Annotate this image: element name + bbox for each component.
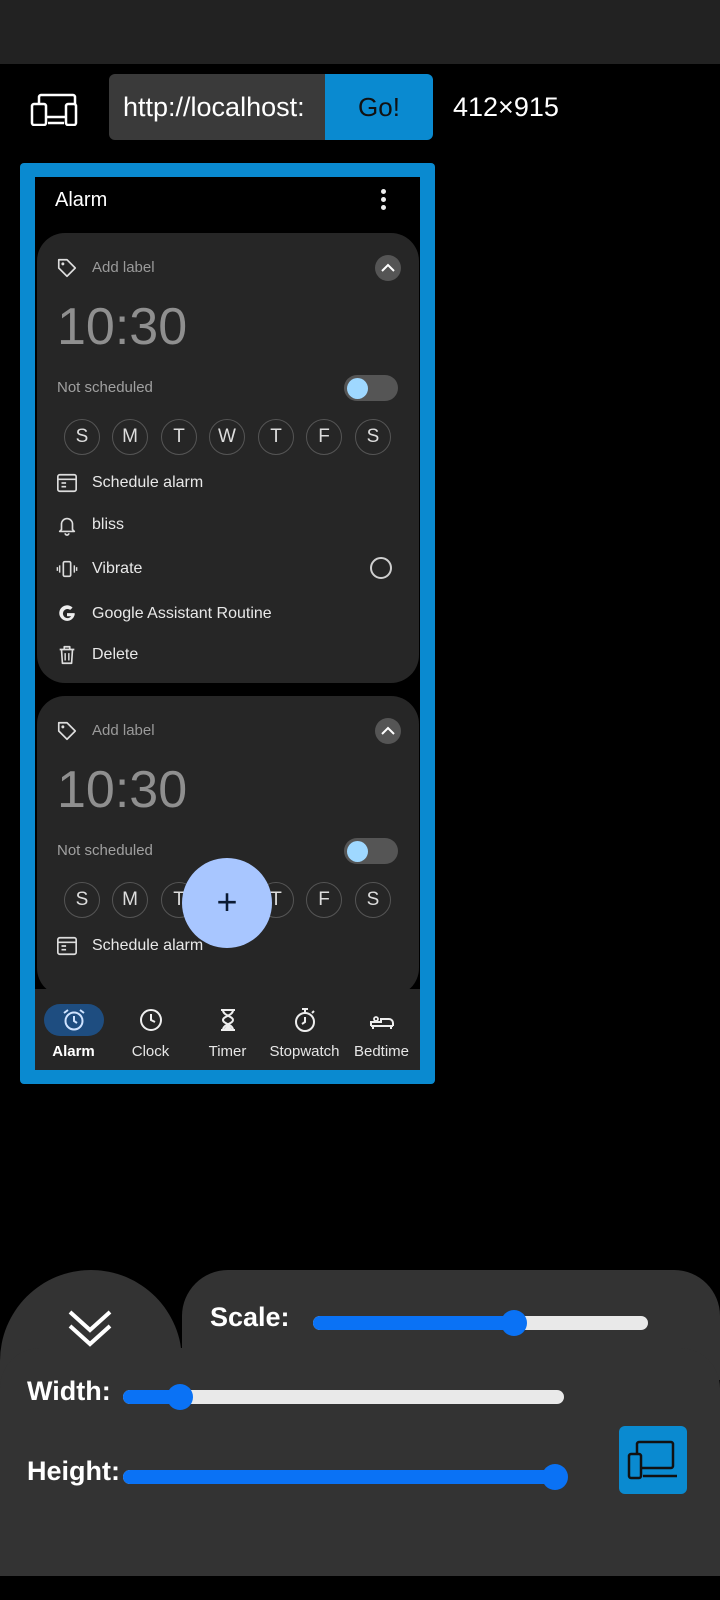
height-slider-fill — [123, 1470, 556, 1484]
alarm-toggle[interactable] — [344, 375, 398, 401]
alarm-card: Add label 10:30 Not scheduled S M T W T … — [37, 696, 419, 996]
nav-label: Timer — [208, 1043, 247, 1060]
assistant-routine-label: Google Assistant Routine — [92, 605, 272, 622]
nav-clock[interactable]: Clock — [112, 989, 189, 1070]
chevron-up-icon — [381, 263, 395, 272]
alarm-time[interactable]: 10:30 — [57, 297, 187, 357]
top-bar — [0, 0, 720, 64]
day-saturday[interactable]: S — [355, 419, 391, 455]
more-options-icon[interactable] — [373, 187, 393, 213]
vibrate-option[interactable]: Vibrate — [37, 555, 419, 585]
day-friday[interactable]: F — [306, 882, 342, 918]
nav-label: Alarm — [52, 1043, 95, 1060]
vibrate-label: Vibrate — [92, 560, 143, 577]
scale-slider-fill — [313, 1316, 514, 1330]
collapse-button[interactable] — [375, 718, 401, 744]
schedule-status: Not scheduled — [57, 842, 153, 859]
bed-icon — [369, 1016, 394, 1029]
day-thursday[interactable]: T — [258, 419, 294, 455]
ringtone-label: bliss — [92, 516, 125, 533]
schedule-alarm-label: Schedule alarm — [92, 474, 204, 491]
viewport-dimensions: 412×915 — [453, 92, 559, 122]
rotate-device-icon — [627, 1440, 677, 1480]
schedule-status: Not scheduled — [57, 379, 153, 396]
app-title: Alarm — [55, 189, 108, 211]
calendar-icon — [57, 936, 77, 956]
assistant-routine-option[interactable]: Google Assistant Routine — [37, 600, 419, 630]
label-tag-icon — [57, 258, 77, 278]
width-label: Width: — [27, 1376, 111, 1406]
double-chevron-down-icon — [68, 1310, 112, 1347]
nav-alarm[interactable]: Alarm — [35, 989, 112, 1070]
day-selector: S M T W T F S — [64, 419, 404, 455]
day-sunday[interactable]: S — [64, 882, 100, 918]
chevron-up-icon — [381, 726, 395, 735]
day-friday[interactable]: F — [306, 419, 342, 455]
vibrate-icon — [56, 560, 78, 578]
add-alarm-button[interactable]: + — [182, 858, 272, 948]
emulator-toolbar: http://localhost: Go! 412×915 — [0, 72, 720, 142]
nav-label: Clock — [131, 1043, 170, 1060]
day-monday[interactable]: M — [112, 882, 148, 918]
delete-option[interactable]: Delete — [37, 641, 419, 671]
bell-icon — [58, 517, 76, 536]
height-slider-thumb[interactable] — [542, 1464, 569, 1490]
stopwatch-icon — [294, 1008, 315, 1032]
width-slider[interactable] — [123, 1384, 564, 1410]
day-sunday[interactable]: S — [64, 419, 100, 455]
height-label: Height: — [27, 1456, 120, 1486]
add-label-text: Add label — [92, 722, 155, 739]
day-tuesday[interactable]: T — [161, 419, 197, 455]
clock-icon — [139, 1009, 162, 1031]
day-wednesday[interactable]: W — [209, 419, 245, 455]
label-row[interactable]: Add label — [37, 718, 419, 746]
scale-label: Scale: — [210, 1302, 290, 1332]
width-slider-thumb[interactable] — [167, 1384, 194, 1410]
size-panel: Width: Height: — [0, 1348, 720, 1576]
url-input[interactable]: http://localhost: — [109, 74, 325, 140]
label-tag-icon — [57, 721, 77, 741]
day-saturday[interactable]: S — [355, 882, 391, 918]
nav-bedtime[interactable]: Bedtime — [343, 989, 420, 1070]
bottom-navigation: Alarm Clock Timer Stopwatch Bedtime — [35, 989, 420, 1070]
add-label-text: Add label — [92, 259, 155, 276]
nav-label: Stopwatch — [269, 1043, 340, 1060]
ringtone-option[interactable]: bliss — [37, 511, 419, 541]
google-icon — [59, 605, 75, 621]
rotate-device-button[interactable] — [619, 1426, 687, 1494]
nav-stopwatch[interactable]: Stopwatch — [266, 989, 343, 1070]
hourglass-icon — [220, 1009, 235, 1031]
vibrate-checkbox[interactable] — [370, 557, 392, 579]
go-button[interactable]: Go! — [325, 74, 433, 140]
collapse-button[interactable] — [375, 255, 401, 281]
calendar-icon — [57, 473, 77, 493]
device-screen: Alarm Add label 10:30 Not scheduled S M … — [35, 177, 420, 1070]
scale-slider[interactable] — [313, 1310, 648, 1336]
label-row[interactable]: Add label — [37, 255, 419, 283]
height-slider[interactable] — [123, 1464, 569, 1490]
alarm-icon — [62, 1009, 85, 1031]
alarm-time[interactable]: 10:30 — [57, 760, 187, 820]
alarm-card: Add label 10:30 Not scheduled S M T W T … — [37, 233, 419, 683]
nav-label: Bedtime — [353, 1043, 410, 1060]
delete-label: Delete — [92, 646, 139, 663]
schedule-alarm-option[interactable]: Schedule alarm — [37, 469, 419, 499]
day-monday[interactable]: M — [112, 419, 148, 455]
devices-icon[interactable] — [30, 92, 78, 126]
alarm-toggle[interactable] — [344, 838, 398, 864]
schedule-alarm-label: Schedule alarm — [92, 937, 204, 954]
nav-timer[interactable]: Timer — [189, 989, 266, 1070]
trash-icon — [59, 645, 75, 665]
scale-slider-thumb[interactable] — [501, 1310, 527, 1336]
